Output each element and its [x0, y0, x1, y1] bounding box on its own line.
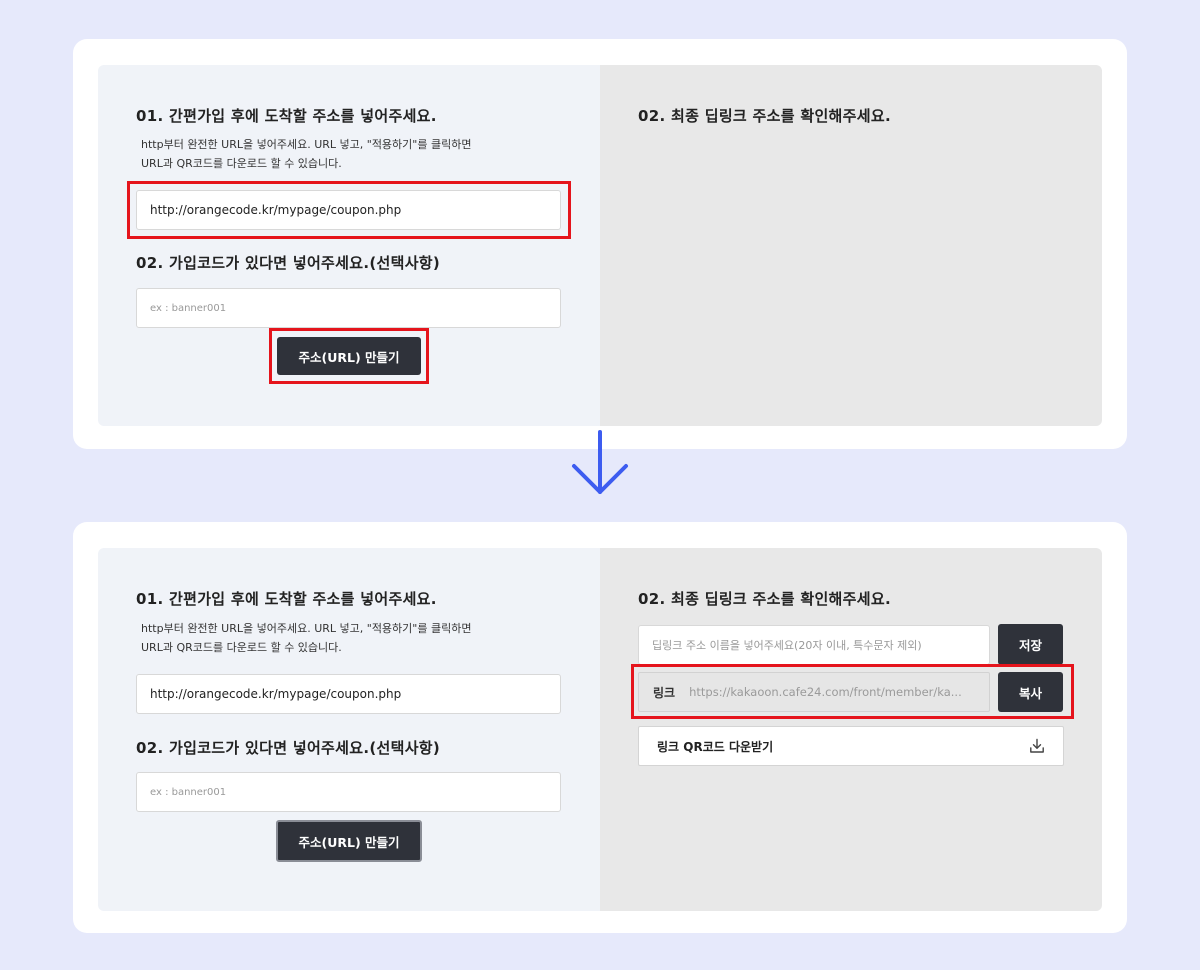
step1-help-line2: URL과 QR코드를 다운로드 할 수 있습니다.: [141, 641, 342, 654]
before-screen-card: 01. 간편가입 후에 도착할 주소를 넣어주세요. http부터 완전한 UR…: [73, 39, 1127, 449]
qr-download-label: 링크 QR코드 다운받기: [657, 739, 774, 754]
step1-help-line1: http부터 완전한 URL을 넣어주세요. URL 넣고, "적용하기"를 클…: [141, 138, 472, 151]
make-url-button[interactable]: 주소(URL) 만들기: [276, 820, 422, 862]
download-icon: [1030, 738, 1044, 753]
qr-download-button[interactable]: 링크 QR코드 다운받기: [638, 726, 1064, 766]
destination-url-input[interactable]: http://orangecode.kr/mypage/coupon.php: [136, 674, 561, 714]
input-panel: 01. 간편가입 후에 도착할 주소를 넣어주세요. http부터 완전한 UR…: [98, 548, 600, 911]
result-heading: 02. 최종 딥링크 주소를 확인해주세요.: [638, 107, 891, 125]
deeplink-url-field[interactable]: 링크 https://kakaoon.cafe24.com/front/memb…: [638, 672, 990, 712]
deeplink-form-result: 01. 간편가입 후에 도착할 주소를 넣어주세요. http부터 완전한 UR…: [98, 548, 1102, 911]
link-label: 링크: [653, 685, 676, 700]
step2-heading: 02. 가입코드가 있다면 넣어주세요.(선택사항): [136, 254, 441, 272]
arrow-down-icon: [572, 430, 628, 494]
deeplink-form: 01. 간편가입 후에 도착할 주소를 넣어주세요. http부터 완전한 UR…: [98, 65, 1102, 426]
make-url-button[interactable]: 주소(URL) 만들기: [277, 337, 421, 375]
step1-help-line1: http부터 완전한 URL을 넣어주세요. URL 넣고, "적용하기"를 클…: [141, 622, 472, 635]
result-heading: 02. 최종 딥링크 주소를 확인해주세요.: [638, 590, 891, 608]
copy-button[interactable]: 복사: [998, 672, 1063, 712]
result-panel: 02. 최종 딥링크 주소를 확인해주세요.: [600, 65, 1102, 426]
step1-heading: 01. 간편가입 후에 도착할 주소를 넣어주세요.: [136, 107, 437, 125]
input-panel: 01. 간편가입 후에 도착할 주소를 넣어주세요. http부터 완전한 UR…: [98, 65, 600, 426]
deeplink-name-input[interactable]: 딥링크 주소 이름을 넣어주세요(20자 이내, 특수문자 제외): [638, 625, 990, 665]
step2-heading: 02. 가입코드가 있다면 넣어주세요.(선택사항): [136, 739, 441, 757]
step1-help-line2: URL과 QR코드를 다운로드 할 수 있습니다.: [141, 157, 342, 170]
destination-url-input[interactable]: http://orangecode.kr/mypage/coupon.php: [136, 190, 561, 230]
save-button[interactable]: 저장: [998, 624, 1063, 665]
signup-code-input[interactable]: ex : banner001: [136, 772, 561, 812]
step1-heading: 01. 간편가입 후에 도착할 주소를 넣어주세요.: [136, 590, 437, 608]
result-panel: 02. 최종 딥링크 주소를 확인해주세요. 딥링크 주소 이름을 넣어주세요(…: [600, 548, 1102, 911]
signup-code-input[interactable]: ex : banner001: [136, 288, 561, 328]
after-screen-card: 01. 간편가입 후에 도착할 주소를 넣어주세요. http부터 완전한 UR…: [73, 522, 1127, 933]
link-url-value: https://kakaoon.cafe24.com/front/member/…: [689, 685, 962, 699]
